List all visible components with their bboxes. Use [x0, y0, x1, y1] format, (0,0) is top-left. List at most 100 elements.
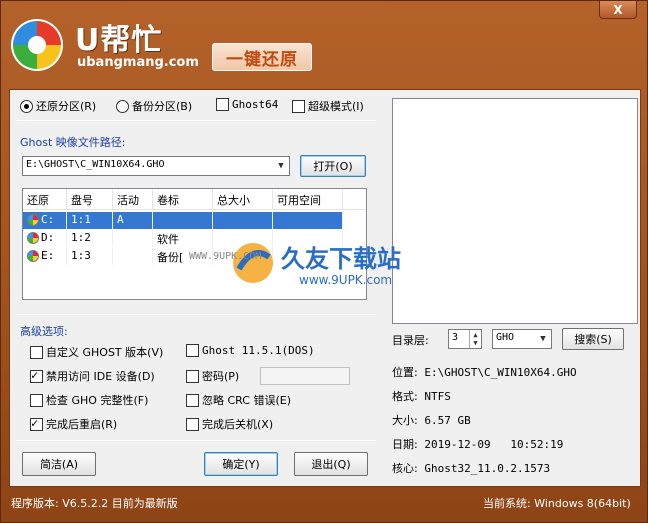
ok-button[interactable]: 确定(Y) — [204, 452, 278, 476]
watermark: 久友下载站 WWW.9UPK.COM www.9UPK.com — [189, 239, 429, 295]
check-indicator[interactable] — [186, 369, 199, 383]
close-button[interactable]: X — [599, 1, 637, 19]
radio-backup[interactable]: 备份分区(B) — [116, 98, 192, 114]
check-indicator[interactable] — [30, 368, 43, 383]
check-indicator[interactable] — [30, 393, 43, 407]
disk-icon — [27, 232, 39, 244]
dir-level-value: 3 — [452, 332, 459, 343]
divider — [16, 440, 376, 441]
table-row[interactable]: C: 1:1 A — [23, 212, 366, 229]
brand-subtitle: ubangmang.com — [77, 55, 199, 70]
check-indicator[interactable] — [30, 416, 43, 431]
shutdown-after-checkbox[interactable]: 完成后关机(X) — [186, 416, 273, 432]
cell-total — [213, 212, 273, 229]
col-total[interactable]: 总大小 — [213, 189, 273, 210]
cell-num: 1:2 — [67, 230, 113, 247]
core-value: Ghost32_11.0.2.1573 — [424, 462, 551, 475]
location-value: E:\GHOST\C_WIN10X64.GHO — [424, 366, 577, 379]
option-label: 检查 GHO 完整性(F) — [46, 394, 149, 407]
col-disk[interactable]: 盘号 — [67, 189, 113, 210]
drive-label: C: — [41, 213, 55, 226]
size-value: 6.57 GB — [424, 414, 471, 427]
dir-level-label: 目录层: — [392, 334, 429, 347]
check-indicator[interactable] — [30, 345, 43, 359]
size-row: 大小: 6.57 GB — [392, 412, 471, 428]
disk-icon — [27, 250, 39, 262]
radio-restore-indicator[interactable] — [20, 99, 33, 113]
col-label[interactable]: 卷标 — [153, 189, 213, 210]
app-window: X U帮忙 ubangmang.com 一键还原 还原分区(R) 备份分区(B)… — [0, 0, 648, 523]
ghost-path-combo[interactable]: E:\GHOST\C_WIN10X64.GHO ▼ — [22, 156, 290, 176]
custom-ghost-version-checkbox[interactable]: 自定义 GHOST 版本(V) — [30, 344, 163, 360]
option-label: 忽略 CRC 错误(E) — [202, 394, 291, 407]
check-indicator[interactable] — [186, 344, 199, 357]
option-label: 禁用访问 IDE 设备(D) — [46, 370, 155, 383]
simple-button[interactable]: 简洁(A) — [22, 452, 96, 476]
col-restore[interactable]: 还原 — [23, 189, 67, 210]
option-label: 自定义 GHOST 版本(V) — [46, 346, 164, 359]
quit-button[interactable]: 退出(Q) — [294, 452, 368, 476]
watermark-logo-icon — [233, 243, 273, 283]
password-checkbox[interactable]: 密码(P) — [186, 368, 239, 384]
ghost-path-value: E:\GHOST\C_WIN10X64.GHO — [26, 159, 165, 170]
super-mode-check-indicator[interactable] — [292, 99, 305, 113]
option-label: 密码(P) — [202, 370, 240, 383]
cell-num: 1:3 — [67, 248, 113, 265]
spinner-arrows-icon[interactable]: ▲ ▼ — [469, 330, 481, 348]
col-active[interactable]: 活动 — [113, 189, 153, 210]
option-label: 完成后重启(R) — [46, 418, 118, 431]
check-gho-integrity-checkbox[interactable]: 检查 GHO 完整性(F) — [30, 392, 148, 408]
format-value: NTFS — [424, 390, 451, 403]
radio-restore[interactable]: 还原分区(R) — [20, 98, 96, 114]
ghost64-checkbox[interactable]: Ghost64 — [216, 98, 278, 111]
divider — [16, 314, 376, 315]
open-button[interactable]: 打开(O) — [300, 155, 366, 177]
cell-num: 1:1 — [67, 212, 113, 229]
format-label: 格式: — [392, 390, 418, 403]
core-row: 核心: Ghost32_11.0.2.1573 — [392, 460, 550, 476]
radio-restore-label: 还原分区(R) — [36, 100, 97, 113]
option-label: Ghost 11.5.1(DOS) — [202, 344, 315, 357]
date-label: 日期: — [392, 438, 418, 451]
mode-badge: 一键还原 — [212, 43, 312, 71]
version-status: 程序版本: V6.5.2.2 目前为最新版 — [11, 497, 178, 510]
ghost64-check-indicator[interactable] — [216, 98, 229, 111]
dir-level-spinner[interactable]: 3 ▲ ▼ — [448, 329, 482, 349]
chevron-down-icon[interactable]: ▼ — [535, 330, 551, 348]
system-status: 当前系统: Windows 8(64bit) — [483, 497, 631, 510]
cell-active — [113, 248, 153, 265]
cell-label — [153, 212, 213, 229]
ghost64-label: Ghost64 — [232, 98, 279, 111]
disable-ide-checkbox[interactable]: 禁用访问 IDE 设备(D) — [30, 368, 155, 384]
password-field[interactable] — [260, 367, 350, 385]
brand-title: U帮忙 — [75, 23, 163, 58]
divider — [16, 120, 376, 121]
size-label: 大小: — [392, 414, 418, 427]
col-free[interactable]: 可用空间 — [273, 189, 343, 210]
check-indicator[interactable] — [186, 417, 199, 431]
cell-active — [113, 230, 153, 247]
location-row: 位置: E:\GHOST\C_WIN10X64.GHO — [392, 364, 577, 380]
search-button[interactable]: 搜索(S) — [562, 328, 624, 350]
location-label: 位置: — [392, 366, 418, 379]
reboot-after-checkbox[interactable]: 完成后重启(R) — [30, 416, 117, 432]
cell-drive: E: — [23, 248, 67, 265]
ignore-crc-checkbox[interactable]: 忽略 CRC 错误(E) — [186, 392, 291, 408]
table-header: 还原 盘号 活动 卷标 总大小 可用空间 — [23, 189, 366, 210]
core-label: 核心: — [392, 462, 418, 475]
super-mode-checkbox[interactable]: 超级模式(I) — [292, 98, 364, 114]
ghost-path-label: Ghost 映像文件路径: — [20, 136, 126, 149]
cell-label: 软件 — [153, 230, 213, 247]
ghost-dos-checkbox[interactable]: Ghost 11.5.1(DOS) — [186, 344, 315, 357]
radio-backup-indicator[interactable] — [116, 99, 129, 113]
cell-free — [273, 212, 343, 229]
option-label: 完成后关机(X) — [202, 418, 274, 431]
radio-backup-label: 备份分区(B) — [132, 100, 193, 113]
drive-label: D: — [41, 231, 55, 244]
date-value: 2019-12-09 10:52:19 — [424, 438, 564, 451]
filter-combo[interactable]: GHO ▼ — [492, 329, 552, 349]
chevron-down-icon[interactable]: ▼ — [273, 157, 289, 175]
check-indicator[interactable] — [186, 393, 199, 407]
watermark-url2: www.9UPK.com — [299, 273, 393, 287]
cell-drive: D: — [23, 230, 67, 247]
